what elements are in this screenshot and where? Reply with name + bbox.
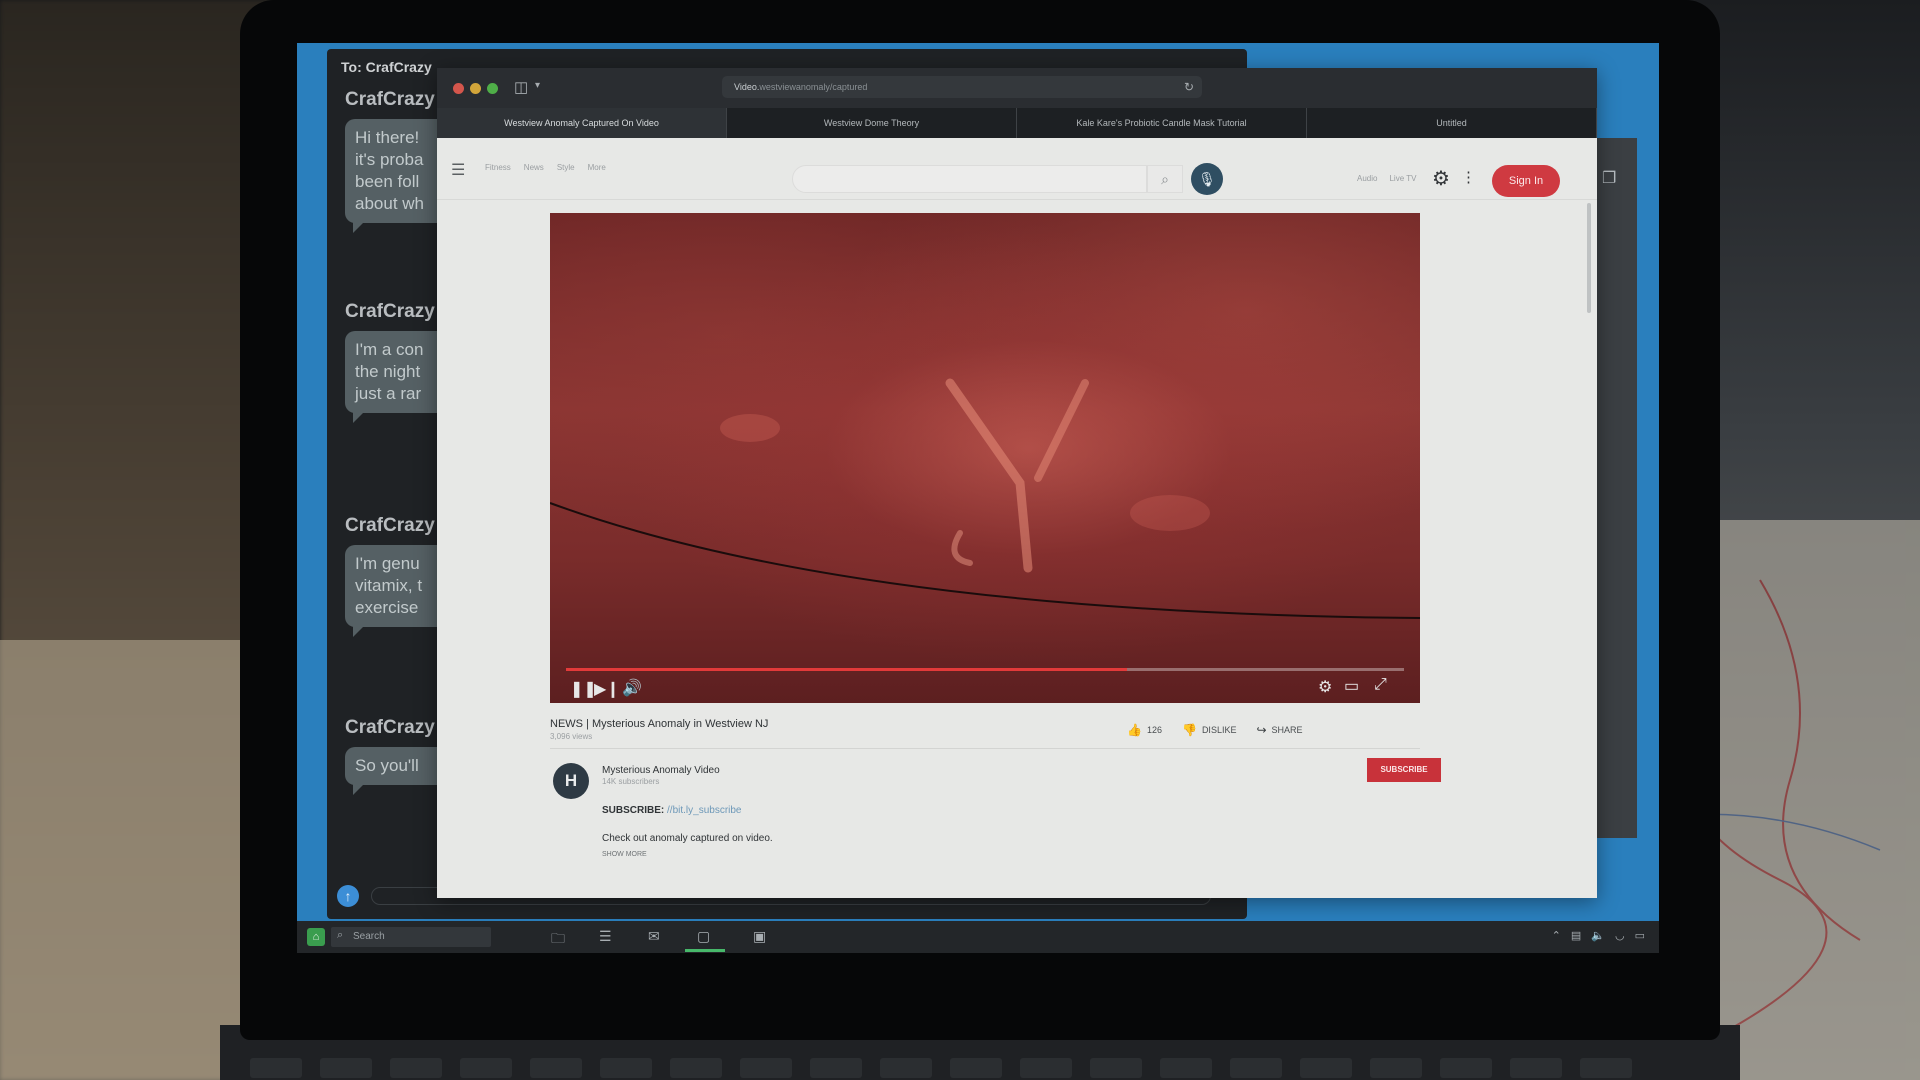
like-button[interactable]: 👍 126 [1127,723,1162,737]
description-subscribe-line: SUBSCRIBE: //bit.ly_subscribe [602,805,742,816]
subscribe-link[interactable]: //bit.ly_subscribe [667,805,741,816]
photos-icon[interactable]: ▣ [753,928,766,945]
minimize-window-button[interactable] [470,83,481,94]
tab-westview-dome-theory[interactable]: Westview Dome Theory [727,108,1017,138]
volume-icon[interactable]: 🔈 [1591,929,1605,942]
dislike-label: DISLIKE [1201,725,1237,735]
tab-untitled[interactable]: Untitled [1307,108,1597,138]
subscribe-button[interactable]: SUBSCRIBE [1367,758,1441,782]
search-input[interactable] [792,165,1147,193]
nav-link-live-tv[interactable]: Live TV [1389,174,1416,183]
browser-titlebar: ◫ ▾ Video.westviewanomaly/captured ↻ [437,68,1597,108]
menu-icon[interactable]: ☰ [451,160,465,180]
sign-in-button[interactable]: Sign In [1492,165,1560,197]
tab-kale-kare[interactable]: Kale Kare's Probiotic Candle Mask Tutori… [1017,108,1307,138]
thumbs-down-icon: 👎 [1181,723,1197,737]
reload-icon[interactable]: ↻ [1184,76,1194,98]
sidebar-toggle-icon[interactable]: ◫ [514,78,528,96]
mail-icon[interactable]: ✉ [648,928,660,945]
close-window-button[interactable] [453,83,464,94]
share-icon: ↪ [1256,723,1267,737]
tab-bar: Westview Anomaly Captured On Video Westv… [437,108,1597,138]
system-tray: ⌃ ▤ 🔈 ◡ ▭ [1552,929,1645,942]
maximize-window-button[interactable] [487,83,498,94]
dislike-button[interactable]: 👎 DISLIKE [1182,723,1236,737]
video-frame [550,378,1420,619]
header-links: Audio Live TV [1357,174,1416,183]
video-title: NEWS | Mysterious Anomaly in Westview NJ [550,718,769,730]
browser-window: ◫ ▾ Video.westviewanomaly/captured ↻ Wes… [437,68,1597,898]
site-header: ☰ Fitness News Style More ⌕ 🎙 Audio Live… [437,138,1597,200]
theater-icon[interactable]: ▭ [1344,676,1359,696]
laptop-screen: To: CrafCrazy CrafCrazy Hi there! it's p… [297,43,1659,953]
search-icon: ⌕ [337,929,344,941]
view-count: 3,096 views [550,732,593,741]
more-vertical-icon[interactable]: ⋮ [1461,168,1476,186]
tab-westview-anomaly[interactable]: Westview Anomaly Captured On Video [437,108,727,138]
subscriber-count: 14K subscribers [602,777,660,786]
browser-app-icon[interactable]: ▢ [697,928,710,945]
notification-icon[interactable]: ▭ [1635,929,1645,942]
home-icon[interactable]: ⌂ [307,928,325,946]
video-settings-icon[interactable]: ⚙ [1318,677,1332,697]
wifi-icon[interactable]: ◡ [1615,929,1625,942]
fullscreen-icon[interactable]: ⤢ [1374,676,1387,694]
active-app-indicator [685,949,725,952]
like-count: 126 [1146,725,1162,735]
taskbar-search-label: Search [353,931,385,942]
chevron-down-icon[interactable]: ▾ [535,80,540,91]
nav-link-audio[interactable]: Audio [1357,174,1377,183]
nav-link-more[interactable]: More [588,163,606,172]
message-recipient: To: CrafCrazy [341,59,432,75]
address-bar[interactable]: Video.westviewanomaly/captured ↻ [722,76,1202,98]
volume-icon[interactable]: 🔊 [622,678,642,698]
nav-link-style[interactable]: Style [557,163,575,172]
video-progress-bar[interactable] [566,668,1404,671]
share-button[interactable]: ↪ SHARE [1256,723,1302,737]
channel-avatar[interactable]: H [553,763,589,799]
show-more-link[interactable]: SHOW MORE [602,851,647,858]
list-icon[interactable]: ☰ [599,928,612,945]
web-page: ☰ Fitness News Style More ⌕ 🎙 Audio Live… [437,138,1597,898]
url-path: westviewanomaly/captured [759,82,868,92]
url-prefix: Video. [734,82,760,92]
video-progress-fill [566,668,1128,671]
taskbar: ⌂ ⌕ Search 🗀 ☰ ✉ ▢ ▣ ⌃ ▤ 🔈 ◡ ▭ [297,921,1659,953]
keyboard-row [250,1058,1632,1078]
description-text: Check out anomaly captured on video. [602,833,773,844]
channel-name[interactable]: Mysterious Anomaly Video [602,765,720,776]
next-icon[interactable]: ▶❙ [594,679,620,699]
search-icon[interactable]: ⌕ [1147,165,1183,193]
video-player[interactable]: ❚❚ ▶❙ 🔊 ⚙ ▭ ⤢ [550,213,1420,703]
video-actions: 👍 126 👎 DISLIKE ↪ SHARE [1127,723,1303,737]
send-arrow-icon[interactable]: ↑ [337,885,359,907]
side-panel [1597,138,1637,838]
folder-icon[interactable]: 🗀 [551,928,565,952]
mic-icon[interactable]: 🎙 [1191,163,1223,195]
nav-link-news[interactable]: News [524,163,544,172]
copy-icon[interactable]: ❐ [1602,168,1616,188]
taskbar-search[interactable]: ⌕ Search [331,927,491,947]
gear-icon[interactable]: ⚙ [1432,166,1450,191]
network-icon[interactable]: ▤ [1571,929,1581,942]
nav-link-fitness[interactable]: Fitness [485,163,511,172]
site-nav: Fitness News Style More [485,163,606,172]
thumbs-up-icon: 👍 [1127,723,1142,737]
pause-icon[interactable]: ❚❚ [570,679,597,699]
page-scrollbar[interactable] [1587,203,1591,313]
divider [550,748,1420,749]
description-subscribe-label: SUBSCRIBE: [602,805,665,816]
chevron-up-icon[interactable]: ⌃ [1552,929,1561,942]
share-label: SHARE [1271,725,1303,735]
